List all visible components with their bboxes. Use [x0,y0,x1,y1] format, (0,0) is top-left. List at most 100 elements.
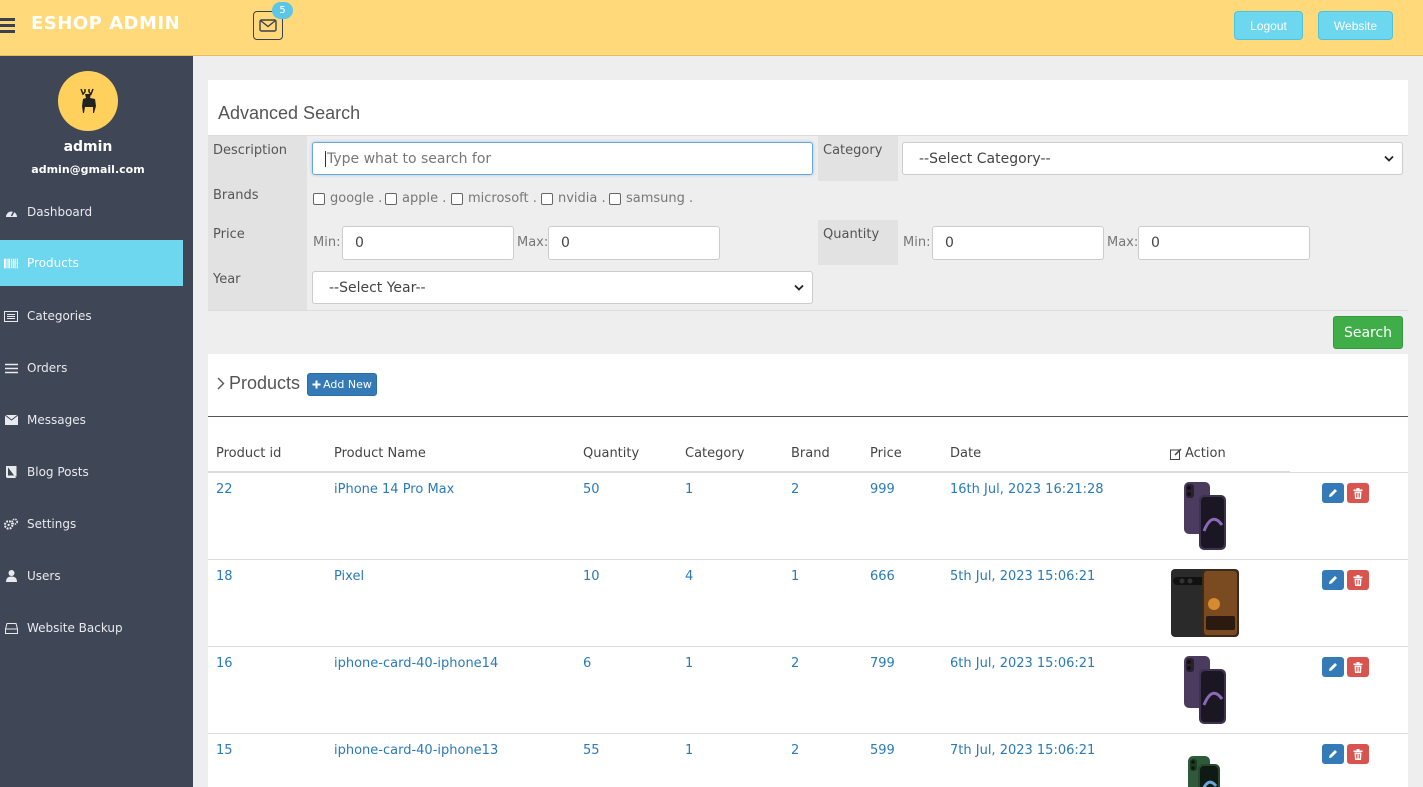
qty-min-input[interactable]: 0 [932,226,1104,260]
product-brand[interactable]: 2 [791,482,799,497]
column-header-quantity[interactable]: Quantity [583,446,639,461]
brand-checkbox-nvidia[interactable]: nvidia . [541,191,606,206]
divider [208,310,1408,311]
product-category[interactable]: 1 [685,482,693,497]
product-category[interactable]: 4 [685,569,693,584]
brand-checkbox-google[interactable]: google . [313,191,382,206]
sidebar-item-dashboard[interactable]: Dashboard [0,189,183,235]
sidebar-item-blog-posts[interactable]: Blog Posts [0,449,183,495]
app-brand[interactable]: ESHOP ADMIN [31,13,180,34]
hdd-icon [4,622,18,634]
menu-toggle-icon[interactable] [0,18,15,34]
search-button[interactable]: Search [1333,316,1403,349]
price-min-value: 0 [355,235,364,251]
column-header-date[interactable]: Date [950,446,981,461]
product-name[interactable]: iPhone 14 Pro Max [334,482,454,497]
column-header-price[interactable]: Price [870,446,902,461]
sidebar-item-messages[interactable]: Messages [0,397,183,443]
envelope-icon [259,19,277,32]
brands-label: Brands [213,188,259,203]
sidebar-item-users[interactable]: Users [0,553,183,599]
category-select[interactable]: --Select Category-- [902,142,1403,175]
checkbox[interactable] [385,192,397,205]
add-new-button[interactable]: Add New [307,373,377,396]
description-input[interactable]: Type what to search for [312,142,813,175]
sidebar-item-products[interactable]: Products [0,240,183,286]
brand-label: samsung . [626,191,694,206]
sidebar-item-website-backup[interactable]: Website Backup [0,605,183,651]
product-name[interactable]: Pixel [334,569,364,584]
price-min-input[interactable]: 0 [342,226,514,260]
product-date[interactable]: 6th Jul, 2023 15:06:21 [950,656,1095,671]
product-image [1170,742,1240,787]
product-quantity[interactable]: 50 [583,482,600,497]
brand-checkbox-microsoft[interactable]: microsoft . [451,191,537,206]
edit-button[interactable] [1322,483,1344,503]
product-brand[interactable]: 2 [791,743,799,758]
product-price[interactable]: 599 [870,743,895,758]
dashboard-icon [4,206,18,218]
column-header-name[interactable]: Product Name [334,446,426,461]
qty-max-input[interactable]: 0 [1138,226,1310,260]
brand-checkbox-apple[interactable]: apple . [385,191,446,206]
sidebar-item-categories[interactable]: Categories [0,293,183,339]
products-header [208,354,1408,417]
pencil-icon [1329,750,1337,758]
price-max-input[interactable]: 0 [548,226,720,260]
logout-button[interactable]: Logout [1234,11,1303,40]
delete-button[interactable] [1347,744,1369,764]
product-id[interactable]: 22 [216,482,233,497]
product-image [1170,568,1240,638]
sidebar-item-label: Dashboard [27,205,93,219]
checkbox[interactable] [451,192,463,205]
product-date[interactable]: 16th Jul, 2023 16:21:28 [950,482,1104,497]
table-row: 22 iPhone 14 Pro Max 50 1 2 999 16th Jul… [208,472,1408,559]
product-name[interactable]: iphone-card-40-iphone13 [334,743,498,758]
product-brand[interactable]: 1 [791,569,799,584]
column-header-brand[interactable]: Brand [791,446,830,461]
product-date[interactable]: 7th Jul, 2023 15:06:21 [950,743,1095,758]
checkbox[interactable] [313,192,325,205]
book-icon [4,466,18,478]
product-category[interactable]: 1 [685,743,693,758]
product-quantity[interactable]: 10 [583,569,600,584]
mail-count-badge: 5 [272,2,293,19]
edit-button[interactable] [1322,744,1344,764]
product-price[interactable]: 666 [870,569,895,584]
trash-icon [1353,661,1363,673]
product-name[interactable]: iphone-card-40-iphone14 [334,656,498,671]
checkbox[interactable] [541,192,553,205]
column-header-id[interactable]: Product id [216,446,281,461]
price-min-label: Min: [313,235,341,250]
delete-button[interactable] [1347,483,1369,503]
product-price[interactable]: 799 [870,656,895,671]
year-select[interactable]: --Select Year-- [312,271,813,304]
brand-checkbox-samsung[interactable]: samsung . [609,191,693,206]
product-id[interactable]: 16 [216,656,233,671]
product-brand[interactable]: 2 [791,656,799,671]
checkbox[interactable] [609,192,621,205]
delete-button[interactable] [1347,657,1369,677]
sidebar-item-orders[interactable]: Orders [0,345,183,391]
product-id[interactable]: 18 [216,569,233,584]
edit-button[interactable] [1322,657,1344,677]
sidebar-item-label: Users [27,569,61,583]
column-header-category[interactable]: Category [685,446,744,461]
year-label: Year [213,272,241,287]
add-new-label: Add New [323,378,372,391]
brand-label: microsoft . [468,191,537,206]
sidebar-item-label: Settings [27,517,77,531]
qty-min-value: 0 [945,235,954,251]
price-max-value: 0 [561,235,570,251]
user-name: admin [63,139,113,155]
website-button[interactable]: Website [1318,11,1393,40]
sidebar-item-settings[interactable]: Settings [0,501,183,547]
product-category[interactable]: 1 [685,656,693,671]
product-id[interactable]: 15 [216,743,233,758]
product-date[interactable]: 5th Jul, 2023 15:06:21 [950,569,1095,584]
product-quantity[interactable]: 55 [583,743,600,758]
edit-button[interactable] [1322,570,1344,590]
product-price[interactable]: 999 [870,482,895,497]
delete-button[interactable] [1347,570,1369,590]
product-quantity[interactable]: 6 [583,656,591,671]
